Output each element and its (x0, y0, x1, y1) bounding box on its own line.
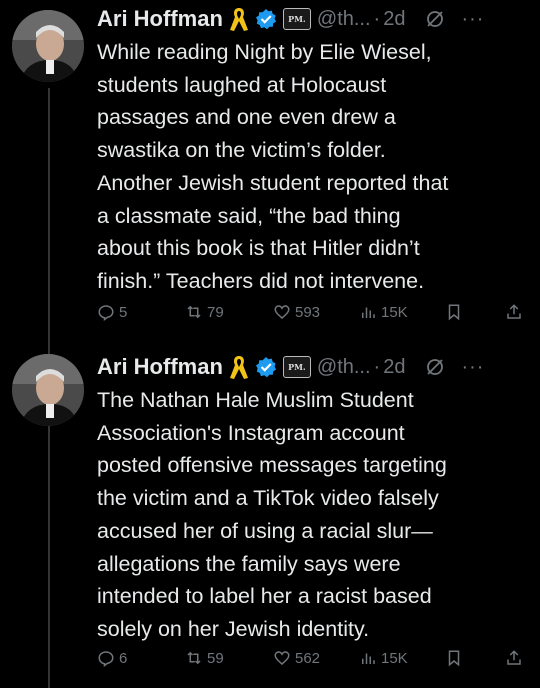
repost-button[interactable]: 59 (185, 649, 224, 667)
tweet-actions: 5 79 593 15K (97, 300, 527, 324)
verified-badge-icon[interactable] (255, 8, 277, 30)
bookmark-button[interactable] (445, 303, 467, 321)
view-count: 15K (381, 649, 408, 667)
views-icon (362, 653, 375, 664)
like-count: 593 (295, 303, 321, 321)
like-button[interactable]: 562 (273, 649, 320, 667)
repost-count: 79 (207, 303, 224, 321)
bookmark-icon (448, 304, 460, 321)
share-icon (507, 304, 521, 319)
view-count: 15K (381, 303, 408, 321)
more-options-icon[interactable]: ··· (461, 8, 484, 31)
timestamp[interactable]: 2d (383, 8, 405, 31)
repost-button[interactable]: 79 (185, 303, 224, 321)
reply-button[interactable]: 6 (97, 649, 127, 667)
pm-affiliate-badge[interactable]: PM. (282, 356, 311, 378)
author-handle[interactable]: @th... (317, 8, 371, 31)
grok-icon[interactable] (425, 357, 445, 377)
more-options-icon[interactable]: ··· (461, 356, 484, 379)
verified-badge-icon[interactable] (255, 356, 277, 378)
tweet-text: The Nathan Hale Muslim Student Associati… (97, 388, 447, 641)
share-button[interactable] (505, 303, 527, 321)
author-name[interactable]: Ari Hoffman (97, 6, 223, 32)
repost-icon (187, 651, 201, 665)
tweet-text: While reading Night by Elie Wiesel, stud… (97, 40, 449, 293)
like-button[interactable]: 593 (273, 303, 320, 321)
tweet-header: Ari Hoffman PM. @th... · 2d ··· (97, 350, 530, 384)
tweet-actions: 6 59 562 15K (97, 646, 527, 670)
separator: · (373, 355, 381, 378)
avatar[interactable] (12, 354, 84, 426)
bookmark-button[interactable] (445, 649, 467, 667)
tweet-header: Ari Hoffman PM. @th... · 2d ··· (97, 2, 530, 36)
share-icon (507, 650, 521, 665)
reply-icon (98, 305, 114, 321)
yellow-ribbon-icon (229, 356, 248, 379)
pm-affiliate-badge[interactable]: PM. (282, 8, 311, 30)
views-button[interactable]: 15K (359, 303, 408, 321)
reply-button[interactable]: 5 (97, 303, 127, 321)
grok-icon[interactable] (425, 9, 445, 29)
repost-count: 59 (207, 649, 224, 667)
reply-icon (98, 651, 114, 667)
avatar[interactable] (12, 10, 84, 82)
views-icon (362, 307, 375, 318)
share-button[interactable] (505, 649, 527, 667)
heart-icon (274, 305, 290, 319)
yellow-ribbon-icon (229, 8, 248, 31)
reply-count: 5 (119, 303, 128, 321)
separator: · (373, 7, 381, 30)
author-name[interactable]: Ari Hoffman (97, 354, 223, 380)
views-button[interactable]: 15K (359, 649, 408, 667)
heart-icon (274, 651, 290, 665)
author-handle[interactable]: @th... (317, 356, 371, 379)
timestamp[interactable]: 2d (383, 356, 405, 379)
reply-count: 6 (119, 649, 128, 667)
bookmark-icon (448, 650, 460, 667)
repost-icon (187, 305, 201, 319)
like-count: 562 (295, 649, 321, 667)
